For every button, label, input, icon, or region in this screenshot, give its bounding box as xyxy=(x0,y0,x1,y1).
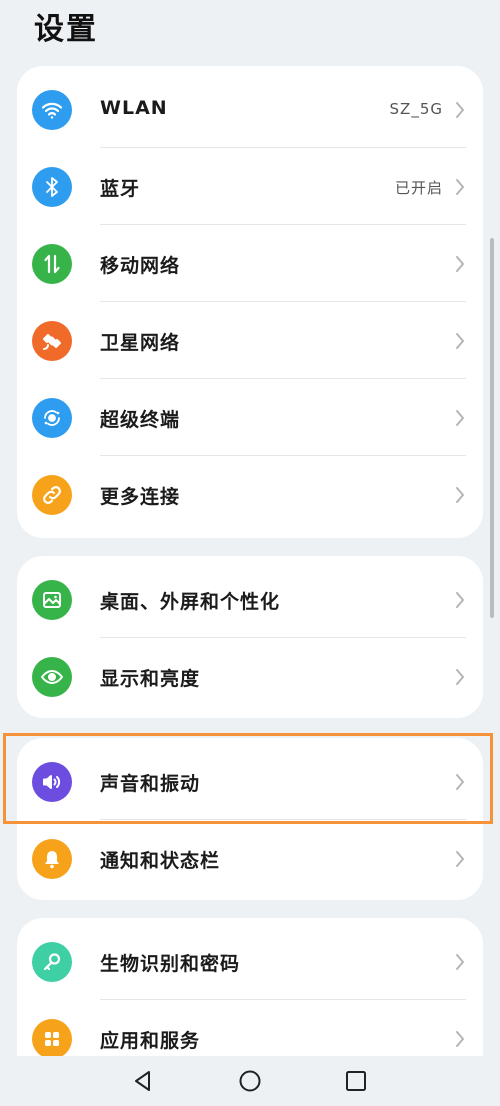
settings-item-label: 桌面、外屏和个性化 xyxy=(100,591,281,613)
settings-item-label: 通知和状态栏 xyxy=(100,850,221,872)
wifi-icon xyxy=(32,90,72,130)
settings-item-super-device[interactable]: 超级终端 xyxy=(17,379,483,456)
bluetooth-icon xyxy=(32,167,72,207)
satellite-icon xyxy=(32,321,72,361)
home-icon[interactable] xyxy=(237,1068,263,1094)
sound-notification-card: 声音和振动 通知和状态栏 xyxy=(17,738,483,900)
settings-item-value: 已开启 xyxy=(394,179,443,197)
chevron-right-icon xyxy=(456,410,464,426)
settings-item-satellite-network[interactable]: 卫星网络 xyxy=(17,302,483,379)
chevron-right-icon xyxy=(456,774,464,790)
settings-item-label: WLAN xyxy=(100,97,168,119)
chevron-right-icon xyxy=(456,487,464,503)
settings-item-label: 移动网络 xyxy=(100,255,181,277)
settings-item-label: 生物识别和密码 xyxy=(100,953,241,975)
chevron-right-icon xyxy=(456,102,464,118)
chevron-right-icon xyxy=(456,256,464,272)
scrollbar[interactable] xyxy=(490,238,494,618)
key-icon xyxy=(32,942,72,982)
display-card: 桌面、外屏和个性化 显示和亮度 xyxy=(17,556,483,718)
super-device-icon xyxy=(32,398,72,438)
page-title: 设置 xyxy=(34,12,98,47)
settings-item-mobile-network[interactable]: 移动网络 xyxy=(17,225,483,302)
connectivity-card: WLAN SZ_5G 蓝牙 已开启 移动网络 卫星网络 超级终端 更多连接 xyxy=(17,66,483,538)
settings-item-wlan[interactable]: WLAN SZ_5G xyxy=(17,71,483,148)
back-icon[interactable] xyxy=(130,1068,156,1094)
chevron-right-icon xyxy=(456,954,464,970)
chevron-right-icon xyxy=(456,179,464,195)
chevron-right-icon xyxy=(456,851,464,867)
apps-icon xyxy=(32,1019,72,1059)
image-icon xyxy=(32,580,72,620)
settings-item-biometrics-password[interactable]: 生物识别和密码 xyxy=(17,923,483,1000)
settings-item-label: 卫星网络 xyxy=(100,332,181,354)
settings-item-more-connections[interactable]: 更多连接 xyxy=(17,456,483,533)
settings-item-label: 声音和振动 xyxy=(100,773,201,795)
settings-item-label: 应用和服务 xyxy=(100,1030,201,1052)
eye-icon xyxy=(32,657,72,697)
speaker-icon xyxy=(32,762,72,802)
settings-item-label: 蓝牙 xyxy=(100,178,141,200)
chevron-right-icon xyxy=(456,592,464,608)
chevron-right-icon xyxy=(456,333,464,349)
settings-item-label: 更多连接 xyxy=(100,486,181,508)
settings-item-bluetooth[interactable]: 蓝牙 已开启 xyxy=(17,148,483,225)
chevron-right-icon xyxy=(456,1031,464,1047)
settings-item-sound-vibration[interactable]: 声音和振动 xyxy=(17,743,483,820)
recents-icon[interactable] xyxy=(343,1068,369,1094)
settings-item-home-screen[interactable]: 桌面、外屏和个性化 xyxy=(17,561,483,638)
navigation-bar xyxy=(0,1056,500,1106)
settings-item-display-brightness[interactable]: 显示和亮度 xyxy=(17,638,483,715)
bell-icon xyxy=(32,839,72,879)
link-icon xyxy=(32,475,72,515)
mobile-data-icon xyxy=(32,244,72,284)
settings-item-value: SZ_5G xyxy=(389,100,443,118)
chevron-right-icon xyxy=(456,669,464,685)
settings-item-notifications[interactable]: 通知和状态栏 xyxy=(17,820,483,897)
settings-item-label: 超级终端 xyxy=(100,409,181,431)
settings-item-label: 显示和亮度 xyxy=(100,668,201,690)
